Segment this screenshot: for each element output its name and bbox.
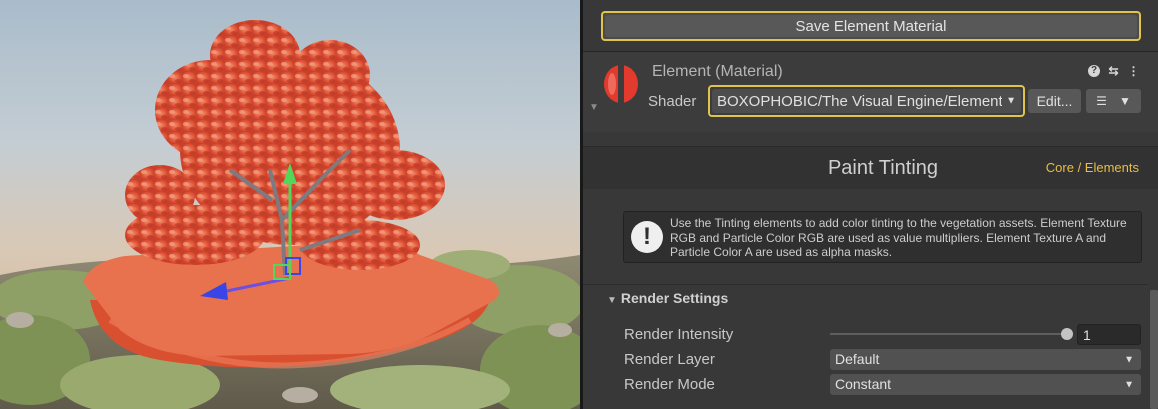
render-layer-label: Render Layer <box>624 351 715 368</box>
chevron-down-icon: ▼ <box>1006 95 1016 107</box>
render-layer-dropdown[interactable]: Default ▼ <box>830 349 1141 370</box>
more-menu-icon[interactable]: ⋮ <box>1127 64 1140 78</box>
render-intensity-field[interactable]: 1 <box>1077 324 1141 345</box>
shader-label: Shader <box>648 93 697 110</box>
material-title: Element (Material) <box>652 63 783 80</box>
edit-shader-button[interactable]: Edit... <box>1028 89 1081 113</box>
shader-list-button[interactable]: ☰ ▼ <box>1086 89 1141 113</box>
render-intensity-slider[interactable] <box>830 333 1070 335</box>
foldout-arrow-icon[interactable]: ▼ <box>589 102 599 113</box>
material-icon <box>604 64 638 104</box>
scene-viewport[interactable] <box>0 0 580 409</box>
slider-thumb[interactable] <box>1061 328 1073 340</box>
save-element-material-button[interactable]: Save Element Material <box>601 11 1141 41</box>
foldout-arrow-icon: ▼ <box>607 295 617 306</box>
render-mode-dropdown[interactable]: Constant ▼ <box>830 374 1141 395</box>
info-helpbox: ! Use the Tinting elements to add color … <box>623 211 1142 263</box>
render-intensity-label: Render Intensity <box>624 326 734 343</box>
render-mode-value: Constant <box>835 376 892 392</box>
render-mode-label: Render Mode <box>624 376 715 393</box>
info-message: Use the Tinting elements to add color ti… <box>670 216 1127 259</box>
exclamation-icon: ! <box>631 221 663 253</box>
scene-render <box>0 20 580 409</box>
render-settings-label: Render Settings <box>620 290 729 306</box>
breadcrumb-link[interactable]: Core / Elements <box>1046 160 1139 175</box>
chevron-down-icon: ▼ <box>1118 94 1131 108</box>
save-button-label: Save Element Material <box>605 15 1137 37</box>
material-header: ▼ Element (Material) ? ⇆ ⋮ Shader BOXOPH… <box>583 52 1158 132</box>
tree-canopy <box>125 20 445 270</box>
chevron-down-icon: ▼ <box>1124 354 1134 365</box>
shader-dropdown[interactable]: BOXOPHOBIC/The Visual Engine/Elements/Pa… <box>708 85 1025 117</box>
header-icons: ? ⇆ ⋮ <box>1088 64 1140 78</box>
chevron-down-icon: ▼ <box>1124 379 1134 390</box>
preset-sliders-icon[interactable]: ⇆ <box>1107 64 1120 78</box>
inspector-scrollbar[interactable] <box>1150 290 1158 409</box>
render-settings-foldout[interactable]: ▼ Render Settings <box>607 290 728 306</box>
render-layer-value: Default <box>835 351 880 367</box>
shader-value: BOXOPHOBIC/The Visual Engine/Elements/Pa… <box>717 92 1002 110</box>
inspector-panel: Save Element Material ▼ Element (Materia… <box>583 0 1158 409</box>
divider <box>583 284 1148 285</box>
list-icon: ☰ <box>1096 94 1107 108</box>
section-header: Paint Tinting Core / Elements <box>583 147 1158 189</box>
help-icon[interactable]: ? <box>1088 64 1100 77</box>
